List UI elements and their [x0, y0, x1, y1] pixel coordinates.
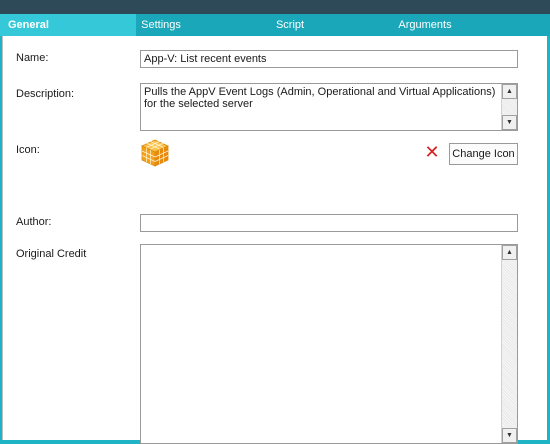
- script-cube-icon: [141, 139, 169, 167]
- name-field[interactable]: App-V: List recent events: [140, 50, 518, 68]
- tab-arguments[interactable]: Arguments: [395, 14, 455, 36]
- delete-icon[interactable]: ✕: [423, 143, 441, 161]
- scroll-down-arrow-icon[interactable]: ▼: [502, 115, 517, 130]
- scroll-up-arrow-icon[interactable]: ▲: [502, 84, 517, 99]
- original-credit-label: Original Credit: [16, 248, 87, 260]
- tab-general[interactable]: General: [0, 14, 136, 36]
- original-credit-field[interactable]: ▲ ▼: [140, 244, 518, 444]
- general-panel: Name: App-V: List recent events Descript…: [2, 36, 547, 444]
- tab-script[interactable]: Script: [270, 14, 310, 36]
- author-field[interactable]: [140, 214, 518, 232]
- description-label: Description:: [16, 88, 75, 100]
- original-credit-scrollbar[interactable]: ▲ ▼: [501, 245, 517, 443]
- window-title-bar: [0, 0, 550, 14]
- description-field[interactable]: Pulls the AppV Event Logs (Admin, Operat…: [140, 83, 518, 131]
- name-label: Name:: [16, 52, 49, 64]
- description-text: Pulls the AppV Event Logs (Admin, Operat…: [144, 86, 496, 110]
- author-label: Author:: [16, 216, 52, 228]
- tab-settings[interactable]: Settings: [140, 14, 182, 36]
- change-icon-button[interactable]: Change Icon: [449, 143, 518, 165]
- scroll-up-arrow-icon[interactable]: ▲: [502, 245, 517, 260]
- scroll-down-arrow-icon[interactable]: ▼: [502, 428, 517, 443]
- icon-label: Icon:: [16, 144, 40, 156]
- description-scrollbar[interactable]: ▲ ▼: [501, 84, 517, 130]
- tab-bar: General Settings Script Arguments: [0, 14, 550, 36]
